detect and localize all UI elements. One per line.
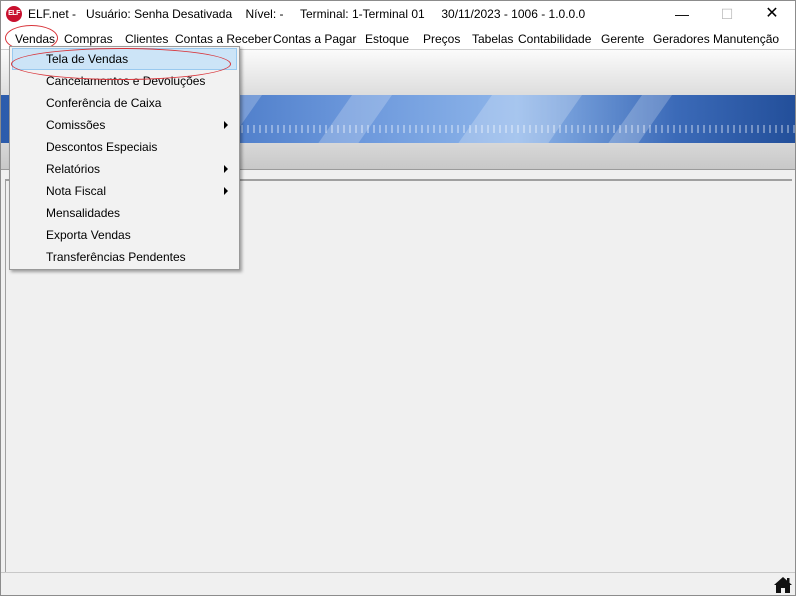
menu-item-descontos-especiais[interactable]: Descontos Especiais [12, 136, 237, 158]
menu-item-relatorios[interactable]: Relatórios [12, 158, 237, 180]
title-level: Nível: - [245, 7, 284, 21]
close-button[interactable]: ✕ [749, 1, 795, 27]
menu-tabelas[interactable]: Tabelas [472, 32, 513, 46]
menu-compras[interactable]: Compras [64, 32, 113, 46]
menu-item-label: Tela de Vendas [46, 52, 129, 66]
menu-item-mensalidades[interactable]: Mensalidades [12, 202, 237, 224]
vendas-dropdown-menu: Tela de Vendas Cancelamentos e Devoluçõe… [9, 46, 240, 270]
status-bar [1, 572, 795, 595]
minimize-button[interactable]: — [659, 1, 705, 27]
menu-geradores[interactable]: Geradores [653, 32, 710, 46]
submenu-arrow-icon [224, 121, 228, 129]
menu-item-label: Nota Fiscal [46, 184, 107, 198]
menu-item-cancelamentos-e-devolucoes[interactable]: Cancelamentos e Devoluções [12, 70, 237, 92]
menu-item-label: Descontos Especiais [46, 140, 158, 154]
app-logo-icon: ELF [6, 6, 22, 22]
menu-item-label: Mensalidades [46, 206, 121, 220]
menu-item-label: Comissões [46, 118, 106, 132]
title-bar: ELF ELF.net - Usuário: Senha Desativada … [1, 1, 795, 27]
menu-item-comissoes[interactable]: Comissões [12, 114, 237, 136]
title-info: 30/11/2023 - 1006 - 1.0.0.0 [441, 7, 586, 21]
menu-item-exporta-vendas[interactable]: Exporta Vendas [12, 224, 237, 246]
menu-manutencao[interactable]: Manutenção [713, 32, 779, 46]
maximize-button[interactable]: ☐ [704, 1, 750, 27]
menu-item-transferencias-pendentes[interactable]: Transferências Pendentes [12, 246, 237, 268]
title-terminal: Terminal: 1-Terminal 01 [299, 7, 425, 21]
menu-estoque[interactable]: Estoque [365, 32, 409, 46]
submenu-arrow-icon [224, 165, 228, 173]
menu-vendas[interactable]: Vendas [15, 32, 55, 46]
menu-item-label: Transferências Pendentes [46, 250, 186, 264]
menu-item-label: Exporta Vendas [46, 228, 131, 242]
menu-clientes[interactable]: Clientes [125, 32, 168, 46]
title-user: Usuário: Senha Desativada [86, 7, 233, 21]
menu-precos[interactable]: Preços [423, 32, 460, 46]
menu-item-nota-fiscal[interactable]: Nota Fiscal [12, 180, 237, 202]
menu-item-conferencia-de-caixa[interactable]: Conferência de Caixa [12, 92, 237, 114]
menu-contas-a-receber[interactable]: Contas a Receber [175, 32, 272, 46]
submenu-arrow-icon [224, 187, 228, 195]
menu-item-tela-de-vendas[interactable]: Tela de Vendas [12, 48, 237, 70]
menu-contas-a-pagar[interactable]: Contas a Pagar [273, 32, 356, 46]
title-app-name: ELF.net - [28, 7, 77, 21]
app-window: ELF ELF.net - Usuário: Senha Desativada … [0, 0, 796, 596]
menu-item-label: Relatórios [46, 162, 101, 176]
menu-item-label: Cancelamentos e Devoluções [46, 74, 206, 88]
menu-contabilidade[interactable]: Contabilidade [518, 32, 591, 46]
home-icon[interactable] [773, 576, 793, 594]
menu-gerente[interactable]: Gerente [601, 32, 644, 46]
menu-item-label: Conferência de Caixa [46, 96, 162, 110]
window-title: ELF.net - Usuário: Senha Desativada Níve… [28, 7, 585, 21]
